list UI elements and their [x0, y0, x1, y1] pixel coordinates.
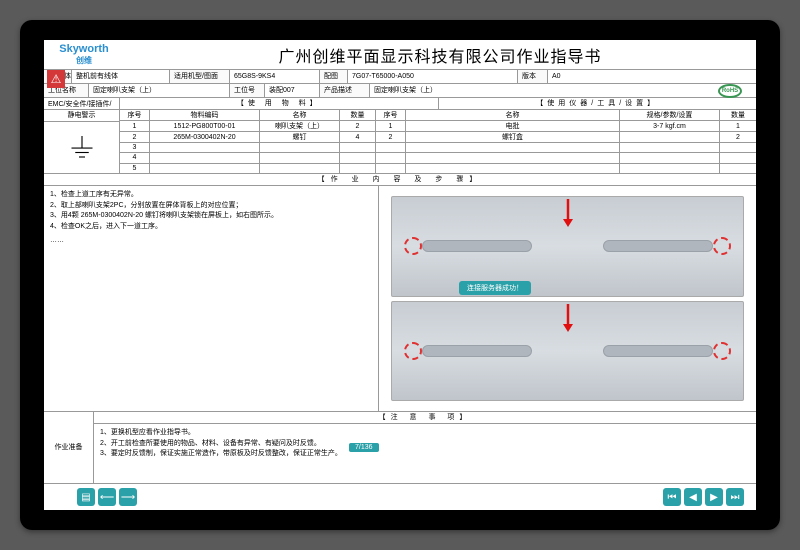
- steps-images: 连接服务器成功！: [379, 186, 756, 411]
- logo-cn: 创维: [44, 55, 124, 66]
- ground-block: 静电警示: [44, 110, 120, 173]
- doc-title: 广州创维平面显示科技有限公司作业指导书: [124, 43, 756, 67]
- note-line: 3、要定时反馈制，保证实施正常造作，带原板及时反馈整改，保证正常生产。: [100, 450, 342, 457]
- val-diagram: 7G07-T65000-A050: [348, 70, 518, 83]
- steps-section: 【作 业 内 容 及 步 骤】 1、检查上道工序有无异常。 2、取上部喇叭支架2…: [44, 174, 756, 412]
- assembly-photo-1: [391, 196, 744, 297]
- forward-button[interactable]: ⟶: [119, 488, 137, 506]
- lbl-diagram: 配图: [320, 70, 348, 83]
- monitor-bezel: Skyworth 创维 广州创维平面显示科技有限公司作业指导书 工/线体 整机前…: [20, 20, 780, 530]
- materials-row: 静电警示 序号 物料编码 名称 数量 序号 名称 规格/参数/设置 数量 115…: [44, 110, 756, 174]
- steps-text: 1、检查上道工序有无异常。 2、取上部喇叭支架2PC，分别放置在屏体背板上的对应…: [44, 186, 379, 411]
- prev-page-button[interactable]: ◀: [684, 488, 702, 506]
- steps-title: 【作 业 内 容 及 步 骤】: [44, 174, 756, 186]
- mat-row: 11512-PG800T00-01喇叭支架（上）21电批3-7 kgf.cm1: [120, 121, 756, 132]
- step-line: 4、检查OK之后，进入下一道工序。: [50, 222, 372, 233]
- val-station: 固定喇叭支架（上）: [89, 84, 230, 97]
- esd-label: 静电警示: [44, 110, 119, 122]
- next-page-button[interactable]: ▶: [705, 488, 723, 506]
- notes-title: 【注 意 事 项】: [94, 412, 756, 424]
- mat-row: 5: [120, 164, 756, 173]
- lbl-ver: 版本: [518, 70, 548, 83]
- val-proddesc: 固定喇叭支架（上）: [370, 84, 756, 97]
- notes-text: 1、更换机型应看作业指导书。 2、开工前检查所要使用的物品、材料、设备有异常、有…: [94, 424, 756, 483]
- step-spacer: ……: [50, 236, 372, 247]
- logo: Skyworth 创维: [44, 43, 124, 66]
- emc-row: EMC/安全件/接插件/ 【使 用 物 料】 【使用仪器/工具/设置】: [44, 98, 756, 110]
- val-model: 65G8S-9KS4: [230, 70, 320, 83]
- nav-controls-right: ⏮ ◀ ▶ ⏭: [663, 488, 744, 506]
- nav-controls-left: ▤ ⟵ ⟶: [77, 488, 137, 506]
- val-stationno: 装配007: [265, 84, 320, 97]
- mat-row: 3: [120, 143, 756, 153]
- logo-en: Skyworth: [44, 43, 124, 55]
- last-page-button[interactable]: ⏭: [726, 488, 744, 506]
- info-row-1: 工/线体 整机前有线体 适用机型/图面 65G8S-9KS4 配图 7G07-T…: [44, 70, 756, 84]
- step-line: 1、检查上道工序有无异常。: [50, 190, 372, 201]
- val-line: 整机前有线体: [72, 70, 170, 83]
- notes-section: 作业准备 【注 意 事 项】 1、更换机型应看作业指导书。 2、开工前检查所要使…: [44, 412, 756, 484]
- materials-table: 序号 物料编码 名称 数量 序号 名称 规格/参数/设置 数量 11512-PG…: [120, 110, 756, 173]
- info-row-2: 工位名称 固定喇叭支架（上） 工位号 装配007 产品描述 固定喇叭支架（上）: [44, 84, 756, 98]
- val-ver: A0: [548, 70, 756, 83]
- screen: Skyworth 创维 广州创维平面显示科技有限公司作业指导书 工/线体 整机前…: [44, 40, 756, 510]
- note-line: 2、开工前检查所要使用的物品、材料、设备有异常、有疑问及时反馈。: [100, 440, 321, 447]
- section-tools: 【使用仪器/工具/设置】: [439, 98, 757, 110]
- first-page-button[interactable]: ⏮: [663, 488, 681, 506]
- assembly-photo-2: [391, 301, 744, 402]
- note-line: 1、更换机型应看作业指导书。: [100, 429, 195, 436]
- back-button[interactable]: ⟵: [98, 488, 116, 506]
- header: Skyworth 创维 广州创维平面显示科技有限公司作业指导书: [44, 40, 756, 70]
- server-toast: 连接服务器成功！: [459, 281, 531, 295]
- section-materials: 【使 用 物 料】: [120, 98, 439, 110]
- notes-side-label: 作业准备: [44, 412, 94, 483]
- ground-icon: [44, 122, 119, 173]
- alert-icon[interactable]: [47, 70, 65, 88]
- rohs-badge: RoHS: [718, 84, 742, 98]
- mat-row: 2265M-0300402N-20螺钉42螺钉盒2: [120, 132, 756, 143]
- arrow-down-icon: [560, 304, 576, 334]
- mat-header: 序号 物料编码 名称 数量 序号 名称 规格/参数/设置 数量: [120, 110, 756, 121]
- menu-button[interactable]: ▤: [77, 488, 95, 506]
- step-line: 2、取上部喇叭支架2PC，分别放置在屏体背板上的对应位置；: [50, 201, 372, 212]
- lbl-model: 适用机型/图面: [170, 70, 230, 83]
- mat-row: 4: [120, 153, 756, 163]
- lbl-stationno: 工位号: [230, 84, 265, 97]
- arrow-down-icon: [560, 199, 576, 229]
- lbl-proddesc: 产品描述: [320, 84, 370, 97]
- step-line: 3、用4颗 265M-0300402N-20 螺钉将喇叭支架锁在屏板上，如右图所…: [50, 211, 372, 222]
- emc-label: EMC/安全件/接插件/: [44, 98, 120, 109]
- page-indicator: 7/136: [349, 443, 379, 452]
